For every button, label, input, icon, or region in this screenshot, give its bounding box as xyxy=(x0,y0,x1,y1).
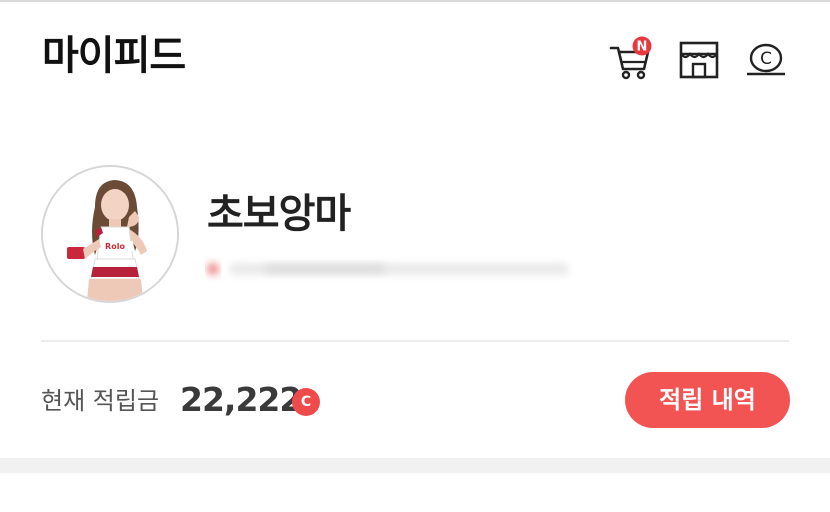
points-label: 현재 적립금 xyxy=(41,387,160,415)
store-icon[interactable] xyxy=(679,40,719,80)
svg-text:Rolo: Rolo xyxy=(105,242,125,251)
my-feed-page: 마이피드 N C Rolo 초보앙마 현재 적립금 22,222 C 적립 내역 xyxy=(0,0,830,512)
coin-icon-letter: C xyxy=(760,49,772,69)
header: 마이피드 N C xyxy=(0,2,830,112)
cart-badge-text: N xyxy=(637,40,648,55)
points-row: 현재 적립금 22,222 C 적립 내역 xyxy=(0,342,830,458)
coin-icon[interactable]: C xyxy=(745,42,787,78)
cart-icon[interactable]: N xyxy=(608,36,654,80)
section-separator-band xyxy=(0,458,830,473)
page-title: 마이피드 xyxy=(42,33,186,79)
points-history-button[interactable]: 적립 내역 xyxy=(625,372,790,428)
blurred-subtitle xyxy=(205,255,585,283)
coin-badge-icon: C xyxy=(292,388,320,416)
nickname: 초보앙마 xyxy=(207,191,351,237)
points-value: 22,222 xyxy=(180,380,302,419)
avatar[interactable]: Rolo xyxy=(41,165,179,303)
profile-section: Rolo 초보앙마 xyxy=(0,112,830,342)
